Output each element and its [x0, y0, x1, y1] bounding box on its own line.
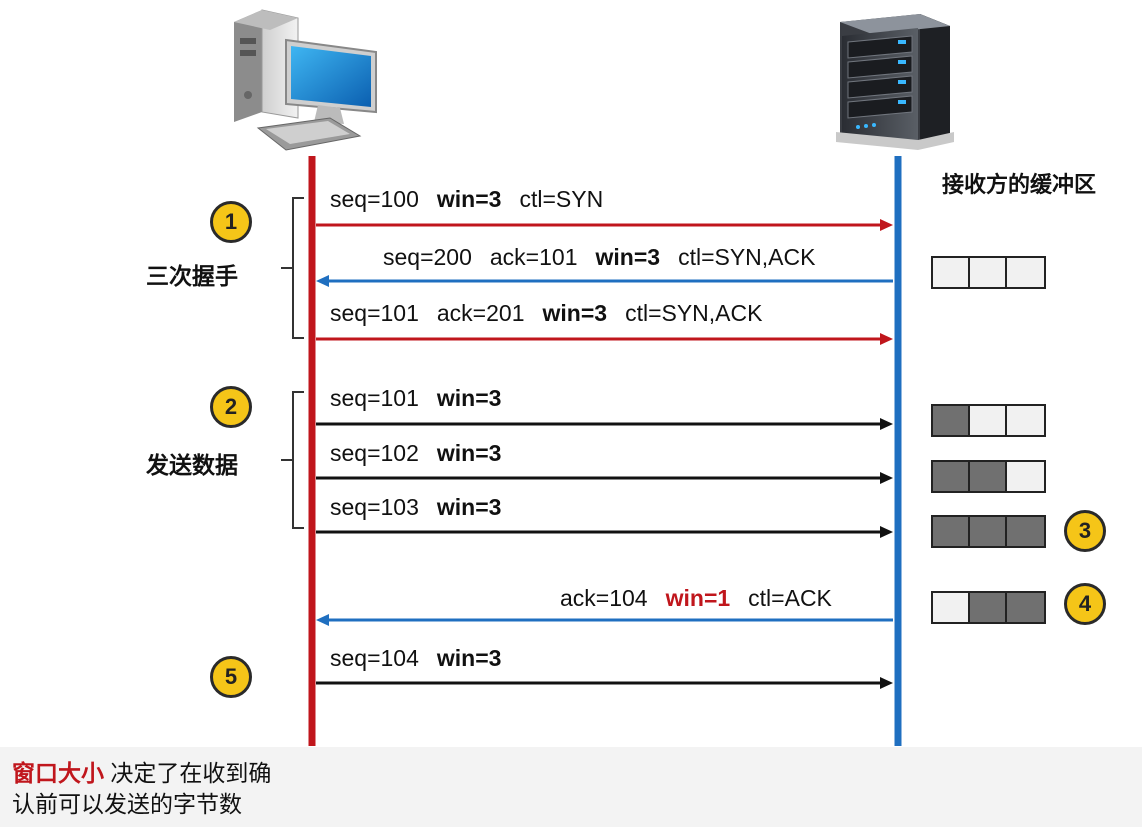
message-arrow-head: [880, 219, 893, 231]
buffer-cell-filled: [933, 406, 970, 435]
message-part: ack=201: [436, 300, 525, 326]
step-marker-4: 4: [1064, 583, 1106, 625]
step-marker-1: 1: [210, 201, 252, 243]
buffer-cell-empty: [1007, 406, 1044, 435]
server-rack-icon: [836, 14, 954, 150]
message-part: win=3: [436, 494, 502, 520]
receiver-buffer: [931, 460, 1046, 493]
message-label-window-update: ack=104 win=1 ctl=ACK: [560, 587, 832, 610]
message-part: seq=104: [330, 645, 419, 671]
buffer-cell-empty: [1007, 462, 1044, 491]
message-part: seq=103: [330, 494, 419, 520]
send-data-label: 发送数据: [146, 452, 238, 478]
message-part: seq=101: [330, 300, 419, 326]
buffer-cell-empty: [970, 406, 1007, 435]
buffer-cell-filled: [1007, 593, 1044, 622]
message-arrow-head: [316, 275, 329, 287]
buffer-cell-empty: [933, 258, 970, 287]
receiver-buffer: [931, 591, 1046, 624]
caption-highlight: 窗口大小: [12, 760, 104, 786]
message-arrow-head: [880, 677, 893, 689]
step-marker-3: 3: [1064, 510, 1106, 552]
buffer-cell-filled: [970, 593, 1007, 622]
send-data-bracket: [281, 391, 304, 529]
message-part: win=1: [665, 585, 731, 611]
handshake-label: 三次握手: [146, 263, 238, 289]
message-label-seq104: seq=104 win=3: [330, 647, 501, 670]
buffer-cell-filled: [933, 517, 970, 546]
receiver-buffer: [931, 404, 1046, 437]
caption-line1: 决定了在收到确: [110, 760, 272, 786]
message-part: win=3: [436, 645, 502, 671]
message-label-ack: seq=101 ack=201 win=3 ctl=SYN,ACK: [330, 302, 762, 325]
buffer-cell-empty: [970, 258, 1007, 287]
message-part: win=3: [436, 186, 502, 212]
message-label-seq103: seq=103 win=3: [330, 496, 501, 519]
message-arrow-head: [880, 333, 893, 345]
message-part: ctl=SYN: [519, 186, 604, 212]
message-arrow-head: [880, 418, 893, 430]
step-marker-2: 2: [210, 386, 252, 428]
message-part: ctl=ACK: [748, 585, 832, 611]
message-part: ack=101: [489, 244, 578, 270]
message-arrow-head: [880, 472, 893, 484]
message-label-syn: seq=100 win=3 ctl=SYN: [330, 188, 603, 211]
message-part: win=3: [436, 385, 502, 411]
message-part: seq=101: [330, 385, 419, 411]
buffer-cell-filled: [933, 462, 970, 491]
buffer-cell-filled: [970, 462, 1007, 491]
message-label-seq101: seq=101 win=3: [330, 387, 501, 410]
message-label-seq102: seq=102 win=3: [330, 442, 501, 465]
buffer-cell-filled: [1007, 517, 1044, 546]
message-part: ack=104: [560, 585, 648, 611]
buffer-cell-filled: [970, 517, 1007, 546]
step-marker-5: 5: [210, 656, 252, 698]
receiver-buffer: [931, 515, 1046, 548]
message-part: seq=100: [330, 186, 419, 212]
message-part: ctl=SYN,ACK: [678, 244, 816, 270]
message-part: seq=200: [383, 244, 472, 270]
receiver-buffer: [931, 256, 1046, 289]
buffer-title: 接收方的缓冲区: [942, 172, 1097, 197]
buffer-cell-empty: [933, 593, 970, 622]
desktop-computer-icon: [234, 9, 377, 151]
message-part: win=3: [595, 244, 661, 270]
message-part: win=3: [542, 300, 608, 326]
caption-line2: 认前可以发送的字节数: [12, 791, 242, 817]
message-arrow-head: [316, 614, 329, 626]
caption-text: 窗口大小 决定了在收到确 认前可以发送的字节数: [12, 758, 271, 820]
buffer-cell-empty: [1007, 258, 1044, 287]
handshake-bracket: [281, 197, 304, 339]
message-part: win=3: [436, 440, 502, 466]
message-part: ctl=SYN,ACK: [625, 300, 763, 326]
message-label-syn-ack: seq=200 ack=101 win=3 ctl=SYN,ACK: [383, 246, 815, 269]
message-part: seq=102: [330, 440, 419, 466]
message-arrow-head: [880, 526, 893, 538]
